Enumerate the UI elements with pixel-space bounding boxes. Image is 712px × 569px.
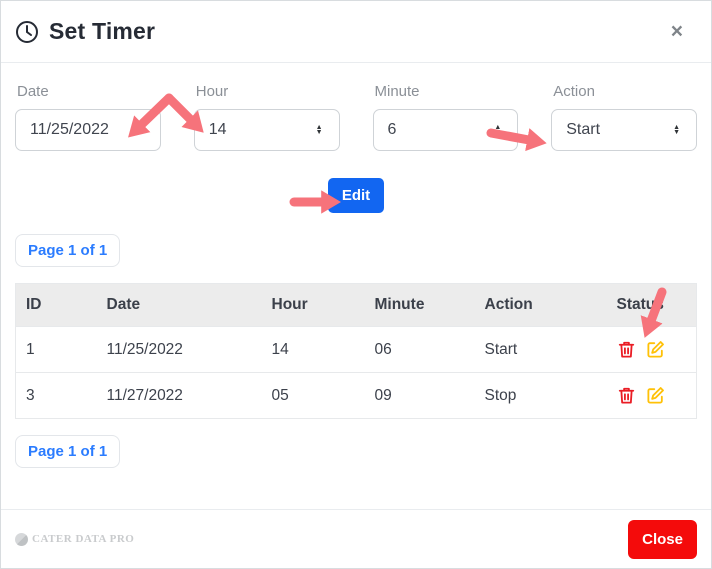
- hour-label: Hour: [195, 83, 229, 100]
- caret-updown-icon: ▲ ▼: [315, 123, 323, 136]
- modal-body: Date Hour 14 ▲▼ Minute 6 ▲▼: [1, 63, 711, 509]
- cell-status: [617, 386, 687, 405]
- modal-header: Set Timer ×: [1, 1, 711, 63]
- hour-select[interactable]: 14 ▲ ▼: [193, 109, 340, 151]
- edit-button[interactable]: Edit: [327, 178, 385, 213]
- action-select[interactable]: Start ▲ ▼: [551, 109, 697, 151]
- field-hour: Hour 14 ▲ ▼: [193, 83, 340, 151]
- cater-data-pro-logo-icon: [15, 532, 28, 546]
- cell-action: Start: [474, 326, 607, 373]
- cell-date: 11/27/2022: [96, 372, 262, 419]
- date-input[interactable]: [15, 109, 161, 151]
- col-header-action: Action: [484, 296, 533, 313]
- field-action: Action Start ▲ ▼: [551, 83, 697, 151]
- set-timer-modal: Set Timer × Date Hour 14 ▲▼ Minute: [0, 0, 712, 569]
- timer-form: Date Hour 14 ▲▼ Minute 6 ▲▼: [15, 83, 697, 151]
- modal-footer: CATER DATA PRO Close: [1, 509, 711, 568]
- cell-action: Stop: [474, 372, 607, 419]
- cell-hour: 14: [261, 326, 365, 373]
- timers-table: ID Date Hour Minute Action Status 1 11/2…: [15, 283, 697, 419]
- modal-title: Set Timer: [49, 18, 156, 44]
- table-header-row: ID Date Hour Minute Action Status: [15, 283, 697, 327]
- hour-select-value: 14: [208, 121, 227, 138]
- close-button[interactable]: Close: [628, 519, 697, 559]
- edit-pencil-icon[interactable]: [646, 386, 665, 405]
- table-row: 1 11/25/2022 14 06 Start: [15, 326, 697, 373]
- cell-minute: 09: [364, 372, 475, 419]
- minute-select[interactable]: 6 ▲ ▼: [372, 109, 519, 151]
- col-header-minute: Minute: [374, 296, 425, 313]
- action-select-value: Start: [566, 121, 601, 138]
- col-header-date: Date: [106, 296, 141, 313]
- col-header-status: Status: [616, 296, 664, 313]
- delete-trash-icon[interactable]: [617, 386, 636, 405]
- field-date: Date: [15, 83, 161, 151]
- cell-hour: 05: [261, 372, 365, 419]
- watermark-text: CATER DATA PRO: [32, 533, 135, 545]
- close-x-icon[interactable]: ×: [667, 19, 687, 44]
- table-row: 3 11/27/2022 05 09 Stop: [15, 372, 697, 419]
- cell-minute: 06: [364, 326, 475, 373]
- caret-updown-icon: ▲ ▼: [673, 123, 680, 136]
- pagination-top[interactable]: Page 1 of 1: [15, 234, 121, 267]
- cell-id: 3: [15, 372, 97, 419]
- clock-icon: [15, 20, 39, 44]
- minute-select-value: 6: [387, 121, 397, 138]
- edit-pencil-icon[interactable]: [646, 340, 665, 359]
- col-header-hour: Hour: [271, 296, 308, 313]
- field-minute: Minute 6 ▲ ▼: [372, 83, 519, 151]
- caret-updown-icon: ▲ ▼: [494, 123, 502, 136]
- pagination-bottom[interactable]: Page 1 of 1: [15, 435, 121, 468]
- edit-button-row: Edit: [15, 178, 697, 213]
- minute-label: Minute: [374, 83, 420, 100]
- delete-trash-icon[interactable]: [617, 340, 636, 359]
- cell-status: [617, 340, 687, 359]
- action-label: Action: [553, 83, 595, 100]
- watermark: CATER DATA PRO: [15, 532, 135, 546]
- cell-date: 11/25/2022: [96, 326, 262, 373]
- col-header-id: ID: [26, 296, 42, 313]
- date-label: Date: [17, 83, 49, 100]
- cell-id: 1: [15, 326, 97, 373]
